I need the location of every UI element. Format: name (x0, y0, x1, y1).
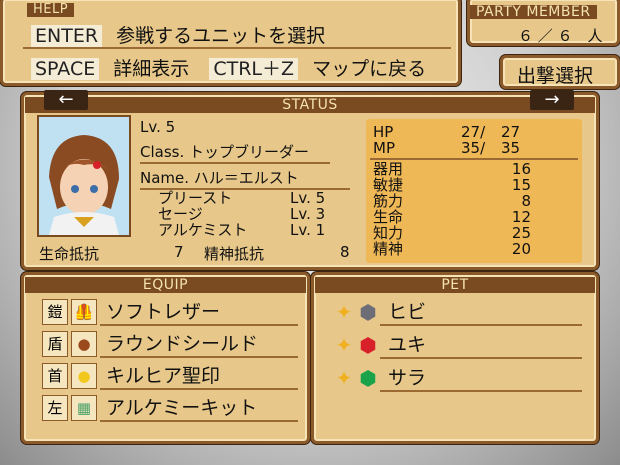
equip-name: ラウンドシールド (100, 329, 298, 358)
unit-name: Name. ハル＝エルスト (140, 167, 350, 190)
equip-row[interactable]: 鎧 🦺 ソフトレザー (42, 297, 298, 326)
resist-mind-value: 8 (340, 243, 350, 261)
red-gem-icon: ⬢ (359, 332, 377, 357)
help-row-space: SPACE 詳細表示 CTRL＋Z マップに戻る (31, 54, 426, 81)
pet-row[interactable]: ✦ ⬢ ユキ (332, 330, 582, 359)
stat-label: 生命 (373, 208, 404, 226)
party-count: ６ ／ ６ 人 (518, 27, 603, 45)
space-key: SPACE (31, 58, 100, 80)
leather-armor-icon: 🦺 (71, 298, 97, 325)
equip-slot-label: 左 (42, 394, 68, 421)
space-desc: 詳細表示 (113, 58, 190, 80)
equip-row[interactable]: 左 ▦ アルケミーキット (42, 393, 298, 422)
enter-key: ENTER (31, 25, 103, 47)
kit-icon: ▦ (71, 394, 97, 421)
hp-current: 27/ (461, 123, 486, 141)
pet-name: サラ (380, 363, 582, 392)
sortie-label: 出撃選択 (517, 65, 594, 87)
unit-class: Class. トップブリーダー (140, 141, 330, 164)
job-1-name: プリースト (158, 189, 233, 207)
help-title: HELP (27, 3, 75, 17)
stat-label: 知力 (373, 224, 404, 242)
resist-mind-label: 精神抵抗 (204, 245, 265, 263)
portrait (37, 115, 131, 237)
hp-max: 27 (501, 123, 521, 141)
ctrlz-key: CTRL＋Z (209, 58, 299, 80)
resist-life-value: 7 (174, 243, 184, 261)
hp-label: HP (373, 123, 394, 141)
help-divider (23, 47, 451, 49)
gray-gem-icon: ⬢ (359, 299, 377, 324)
equip-slot-label: 盾 (42, 330, 68, 357)
round-shield-icon: ● (71, 330, 97, 357)
pet-row[interactable]: ✦ ⬢ サラ (332, 363, 582, 392)
mp-label: MP (373, 139, 395, 157)
stat-label: 精神 (373, 240, 404, 258)
enter-desc: 参戦するユニットを選択 (116, 25, 326, 47)
sortie-button[interactable]: 出撃選択 (500, 55, 620, 89)
pet-name: ユキ (380, 330, 582, 359)
stat-label: 器用 (373, 160, 404, 178)
status-panel: STATUS Lv. 5 Class. トップブリーダー Name. ハル＝エル… (21, 92, 599, 270)
stat-value: 20 (511, 240, 531, 258)
equip-slot-label: 鎧 (42, 298, 68, 325)
stat-label: 敏捷 (373, 176, 404, 194)
stat-value: 16 (511, 160, 531, 178)
equip-row[interactable]: 盾 ● ラウンドシールド (42, 329, 298, 358)
stat-label: 筋力 (373, 192, 404, 210)
help-row-enter: ENTER 参戦するユニットを選択 (31, 21, 325, 48)
stat-value: 25 (511, 224, 531, 242)
equip-name: ソフトレザー (100, 297, 298, 326)
seal-icon: ● (71, 362, 97, 389)
unit-level: Lv. 5 (140, 118, 176, 136)
next-unit-button[interactable]: → (530, 90, 574, 110)
equip-slot-label: 首 (42, 362, 68, 389)
pet-panel: PET ✦ ⬢ ヒビ ✦ ⬢ ユキ ✦ ⬢ サラ (311, 272, 599, 444)
job-2-name: セージ (158, 205, 203, 223)
prev-unit-button[interactable]: ← (44, 90, 88, 110)
pet-row[interactable]: ✦ ⬢ ヒビ (332, 297, 582, 326)
pet-title: PET (315, 277, 595, 293)
equip-row[interactable]: 首 ● キルヒア聖印 (42, 361, 298, 390)
job-1-level: Lv. 5 (290, 189, 326, 207)
sparkle-icon: ✦ (335, 299, 353, 324)
job-3-name: アルケミスト (158, 221, 248, 239)
party-title: PARTY MEMBER (470, 5, 597, 19)
party-panel: PARTY MEMBER ６ ／ ６ 人 (467, 0, 620, 46)
mp-max: 35 (501, 139, 521, 157)
green-gem-icon: ⬢ (359, 365, 377, 390)
status-title: STATUS (25, 97, 595, 113)
stats-box: HP 27/ 27 MP 35/ 35 器用 16 敏捷 15 筋力 8 生命 12 知力 25 精… (366, 119, 582, 263)
equip-panel: EQUIP 鎧 🦺 ソフトレザー盾 ● ラウンドシールド首 ● キルヒア聖印左 ▦ アルケミーキ… (21, 272, 310, 444)
ctrlz-desc: マップに戻る (312, 58, 427, 80)
stat-value: 12 (511, 208, 531, 226)
pet-name: ヒビ (380, 297, 582, 326)
equip-title: EQUIP (25, 277, 306, 293)
mp-current: 35/ (461, 139, 486, 157)
resist-life-label: 生命抵抗 (39, 245, 100, 263)
job-2-level: Lv. 3 (290, 205, 326, 223)
equip-name: キルヒア聖印 (100, 361, 298, 390)
sparkle-icon: ✦ (335, 365, 353, 390)
equip-name: アルケミーキット (100, 393, 298, 422)
sparkle-icon: ✦ (335, 332, 353, 357)
stat-value: 8 (521, 192, 531, 210)
stat-value: 15 (511, 176, 531, 194)
job-3-level: Lv. 1 (290, 221, 326, 239)
help-panel: HELP ENTER 参戦するユニットを選択 SPACE 詳細表示 CTRL＋Z… (0, 0, 461, 86)
